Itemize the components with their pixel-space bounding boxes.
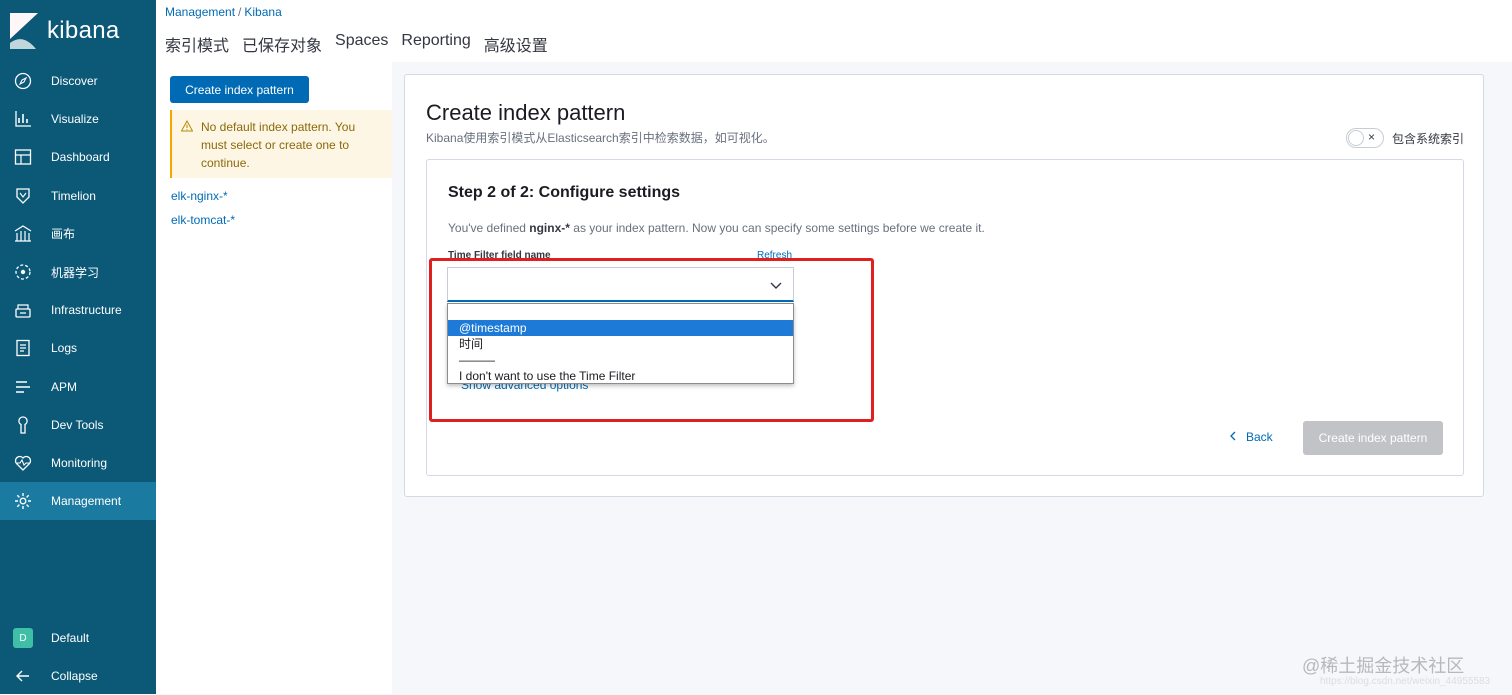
- breadcrumb-separator: /: [238, 5, 242, 19]
- kibana-logo-icon: [8, 13, 38, 49]
- sidebar-item-discover[interactable]: Discover: [0, 62, 156, 100]
- time-field-select[interactable]: [447, 267, 794, 302]
- create-index-pattern-submit-button[interactable]: Create index pattern: [1303, 421, 1443, 455]
- sidebar-item-dev-tools[interactable]: Dev Tools: [0, 406, 156, 444]
- sidebar-item-label: APM: [51, 379, 78, 394]
- sidebar-item-label: 画布: [51, 227, 76, 242]
- configure-settings-step: Step 2 of 2: Configure settings You've d…: [426, 159, 1464, 476]
- switch-label: 包含系统索引: [1392, 131, 1465, 146]
- warning-text: No default index pattern. You must selec…: [201, 120, 356, 170]
- tab-saved-objects[interactable]: 已保存对象: [242, 32, 322, 56]
- sidebar-item-label: Management: [51, 494, 122, 509]
- close-icon: ×: [1368, 130, 1376, 144]
- index-pattern-list-panel: Create index pattern No default index pa…: [156, 62, 392, 694]
- dropdown-option[interactable]: @timestamp: [448, 320, 793, 336]
- sidebar-item-label: Monitoring: [51, 456, 108, 470]
- chevron-down-icon: [769, 278, 783, 296]
- infra-icon: [12, 299, 34, 321]
- index-pattern-link[interactable]: elk-tomcat-*: [171, 213, 235, 227]
- arrow-left-icon: [12, 665, 34, 687]
- tab-index-patterns[interactable]: 索引模式: [165, 32, 229, 56]
- gear-icon: [12, 490, 34, 512]
- sidebar: kibana Discover Visualize Dashboard Timelio…: [0, 0, 156, 694]
- create-index-pattern-button[interactable]: Create index pattern: [170, 76, 309, 103]
- chevron-left-icon: [1229, 430, 1237, 444]
- space-selector[interactable]: D Default: [0, 619, 156, 657]
- watermark-url: https://blog.csdn.net/weixin_44955583: [1320, 676, 1491, 687]
- no-default-warning: No default index pattern. You must selec…: [170, 110, 392, 178]
- desc-suffix: as your index pattern. Now you can speci…: [569, 221, 985, 235]
- breadcrumb-management[interactable]: Management: [165, 5, 235, 19]
- page-title: Create index pattern: [426, 100, 626, 125]
- management-tabs: 索引模式 已保存对象 Spaces Reporting 高级设置: [165, 32, 548, 56]
- refresh-link[interactable]: Refresh: [757, 250, 792, 261]
- tab-spaces[interactable]: Spaces: [335, 32, 388, 56]
- ml-icon: [12, 261, 34, 283]
- logs-icon: [12, 337, 34, 359]
- shield-icon: [12, 185, 34, 207]
- sidebar-item-machine-learning[interactable]: 机器学习: [0, 253, 156, 291]
- sidebar-item-label: Dev Tools: [51, 417, 104, 432]
- create-index-pattern-panel: Create index pattern Kibana使用索引模式从Elasti…: [404, 74, 1484, 497]
- sidebar-item-label: 机器学习: [51, 265, 100, 280]
- dropdown-option[interactable]: ———: [448, 352, 793, 368]
- breadcrumb: Management / Kibana: [165, 5, 282, 19]
- sidebar-item-management[interactable]: Management: [0, 482, 156, 521]
- kibana-logo[interactable]: kibana: [8, 12, 120, 50]
- breadcrumb-kibana[interactable]: Kibana: [244, 5, 281, 19]
- apm-icon: [12, 376, 34, 398]
- header: Management / Kibana 索引模式 已保存对象 Spaces Repo…: [156, 0, 1512, 62]
- sidebar-item-timelion[interactable]: Timelion: [0, 177, 156, 215]
- sidebar-item-label: Logs: [51, 341, 78, 356]
- sidebar-item-visualize[interactable]: Visualize: [0, 100, 156, 138]
- sidebar-item-logs[interactable]: Logs: [0, 329, 156, 367]
- step-title: Step 2 of 2: Configure settings: [448, 184, 681, 201]
- heartbeat-icon: [12, 452, 34, 474]
- switch-knob: [1348, 130, 1364, 146]
- watermark: @稀土掘金技术社区: [1302, 656, 1465, 676]
- time-field-label: Time Filter field name: [448, 250, 551, 261]
- app-name: kibana: [47, 17, 120, 44]
- desc-pattern: nginx-*: [529, 221, 570, 235]
- space-avatar: D: [13, 628, 33, 648]
- sidebar-item-label: Dashboard: [51, 150, 110, 165]
- chart-icon: [12, 108, 34, 130]
- sidebar-item-monitoring[interactable]: Monitoring: [0, 444, 156, 482]
- desc-prefix: You've defined: [448, 221, 530, 235]
- dropdown-option[interactable]: I don't want to use the Time Filter: [448, 368, 793, 384]
- canvas-icon: [12, 223, 34, 245]
- sidebar-item-label: Infrastructure: [51, 303, 122, 318]
- time-field-dropdown: @timestamp 时间 ——— I don't want to use th…: [447, 303, 794, 384]
- warning-icon: [180, 119, 194, 137]
- include-system-indices-switch[interactable]: × 包含系统索引: [1346, 128, 1464, 148]
- collapse-label: Collapse: [51, 669, 98, 683]
- compass-icon: [12, 70, 34, 92]
- sidebar-item-canvas[interactable]: 画布: [0, 215, 156, 253]
- sidebar-item-apm[interactable]: APM: [0, 368, 156, 406]
- space-label: Default: [51, 631, 90, 645]
- switch-track[interactable]: ×: [1346, 128, 1384, 148]
- sidebar-item-label: Discover: [51, 74, 98, 88]
- sidebar-item-label: Visualize: [51, 112, 99, 127]
- back-label: Back: [1246, 430, 1273, 444]
- sidebar-item-label: Timelion: [51, 188, 96, 203]
- tab-advanced-settings[interactable]: 高级设置: [484, 32, 548, 56]
- back-button[interactable]: Back: [1229, 430, 1273, 444]
- sidebar-item-dashboard[interactable]: Dashboard: [0, 138, 156, 176]
- page-subtitle: Kibana使用索引模式从Elasticsearch索引中检索数据，如可视化。: [426, 131, 775, 145]
- step-description: You've defined nginx-* as your index pat…: [448, 221, 985, 235]
- collapse-button[interactable]: Collapse: [0, 657, 156, 695]
- tab-reporting[interactable]: Reporting: [401, 32, 470, 56]
- dashboard-icon: [12, 146, 34, 168]
- dropdown-option[interactable]: 时间: [448, 336, 793, 352]
- wrench-icon: [12, 414, 34, 436]
- index-pattern-link[interactable]: elk-nginx-*: [171, 189, 228, 203]
- sidebar-item-infrastructure[interactable]: Infrastructure: [0, 291, 156, 329]
